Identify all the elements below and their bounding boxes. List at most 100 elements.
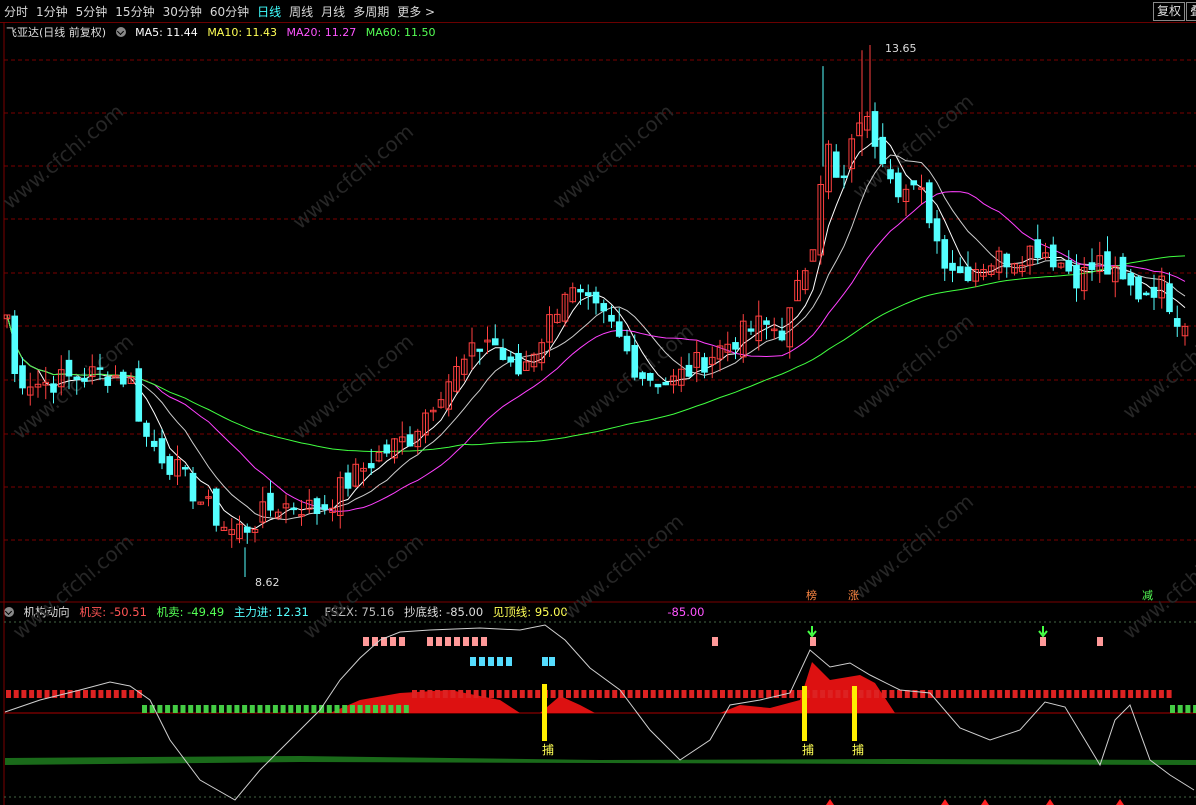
candle-down (81, 377, 88, 382)
red-bar (458, 690, 464, 698)
red-bar (121, 690, 127, 698)
candle-down (1173, 318, 1181, 327)
tab-more[interactable]: 更多 > (393, 3, 439, 20)
overlay-button[interactable]: 叠 (1186, 2, 1196, 21)
pink-square (427, 637, 433, 646)
candle-up (34, 383, 42, 388)
candle-down (615, 321, 623, 337)
low-price-label: 8.62 (255, 576, 280, 589)
red-bar (496, 690, 502, 698)
candle-down (135, 368, 143, 422)
candle-down (956, 266, 964, 274)
red-bar (673, 690, 679, 698)
candle-down (243, 526, 251, 533)
kline-chart: www.cfchi.com www.cfchi.com www.cfchi.com w… (0, 22, 1196, 805)
tab-weekly[interactable]: 周线 (285, 3, 317, 20)
red-bar (1151, 690, 1157, 698)
cyan-square (479, 657, 485, 666)
candle-up (848, 138, 856, 170)
candle-down (1150, 286, 1158, 298)
tab-1min[interactable]: 1分钟 (32, 3, 72, 20)
red-bar (427, 690, 433, 698)
ma5-value: MA5: 11.44 (135, 26, 198, 39)
tab-60min[interactable]: 60分钟 (206, 3, 253, 20)
candle-up (1057, 262, 1065, 268)
red-bar (1074, 690, 1080, 698)
cyan-square (470, 657, 476, 666)
pink-square (372, 637, 378, 646)
red-bar (1004, 690, 1010, 698)
up-triangle-icon (981, 799, 989, 805)
candle-down (321, 504, 329, 510)
candle-down (181, 467, 189, 470)
candle-down (941, 239, 949, 269)
red-bar (904, 690, 910, 698)
candle-down (871, 111, 879, 147)
chevron-down-icon[interactable] (4, 607, 14, 617)
candle-down (639, 372, 646, 379)
red-bar (1135, 690, 1141, 698)
red-bar (1089, 690, 1095, 698)
candle-up (437, 399, 445, 408)
candle-up (1096, 255, 1104, 272)
tab-daily[interactable]: 日线 (253, 3, 285, 20)
red-bar (504, 690, 510, 698)
candle-down (491, 338, 499, 346)
green-bar (203, 705, 209, 713)
candle-down (879, 136, 887, 165)
green-bar (149, 705, 155, 713)
candle-up (538, 342, 546, 364)
marker-bang: 榜 (806, 588, 817, 602)
green-bar (357, 705, 363, 713)
candle-down (840, 175, 848, 179)
red-bar (773, 690, 779, 698)
tab-30min[interactable]: 30分钟 (159, 3, 206, 20)
tab-monthly[interactable]: 月线 (317, 3, 349, 20)
tab-5min[interactable]: 5分钟 (72, 3, 112, 20)
red-bar (558, 690, 564, 698)
red-bar (1035, 690, 1041, 698)
red-bar (850, 690, 856, 698)
candle-up (112, 375, 119, 378)
candle-down (662, 381, 670, 386)
red-bar (113, 690, 119, 698)
fuquan-button[interactable]: 复权 (1153, 2, 1186, 21)
red-bar (727, 690, 733, 698)
candle-up (282, 503, 290, 509)
candle-up (856, 122, 863, 137)
tab-15min[interactable]: 15分钟 (111, 3, 158, 20)
candle-down (313, 498, 321, 514)
red-bar (766, 690, 772, 698)
candle-down (383, 444, 391, 454)
candle-up (445, 381, 453, 410)
candle-down (925, 182, 933, 224)
red-bar (666, 690, 672, 698)
down-arrow-icon (807, 626, 817, 638)
ma10-line (6, 154, 1186, 521)
green-bar (396, 705, 402, 713)
candle-down (507, 356, 515, 363)
candle-up (522, 361, 530, 371)
candle-down (964, 266, 972, 282)
ma10-value: MA10: 11.43 (207, 26, 278, 39)
green-bar (265, 705, 271, 713)
green-bar (1177, 705, 1183, 713)
red-bar (1066, 690, 1072, 698)
candle-down (96, 367, 104, 370)
yellow-signal-bar (802, 686, 807, 741)
watermark-text: www.cfchi.com (298, 529, 428, 644)
candle-down (631, 344, 639, 378)
candle-up (817, 183, 825, 256)
up-triangle-icon (941, 799, 949, 805)
red-bar (789, 690, 795, 698)
chevron-down-icon[interactable] (115, 27, 126, 37)
red-bar (67, 690, 73, 698)
candle-up (1111, 266, 1119, 283)
candle-down (1003, 253, 1011, 268)
red-bar (98, 690, 104, 698)
red-bar (535, 690, 541, 698)
tab-multi-period[interactable]: 多周期 (349, 3, 393, 20)
pink-square (472, 637, 478, 646)
candle-up (220, 526, 228, 531)
tab-fenshi[interactable]: 分时 (0, 3, 32, 20)
